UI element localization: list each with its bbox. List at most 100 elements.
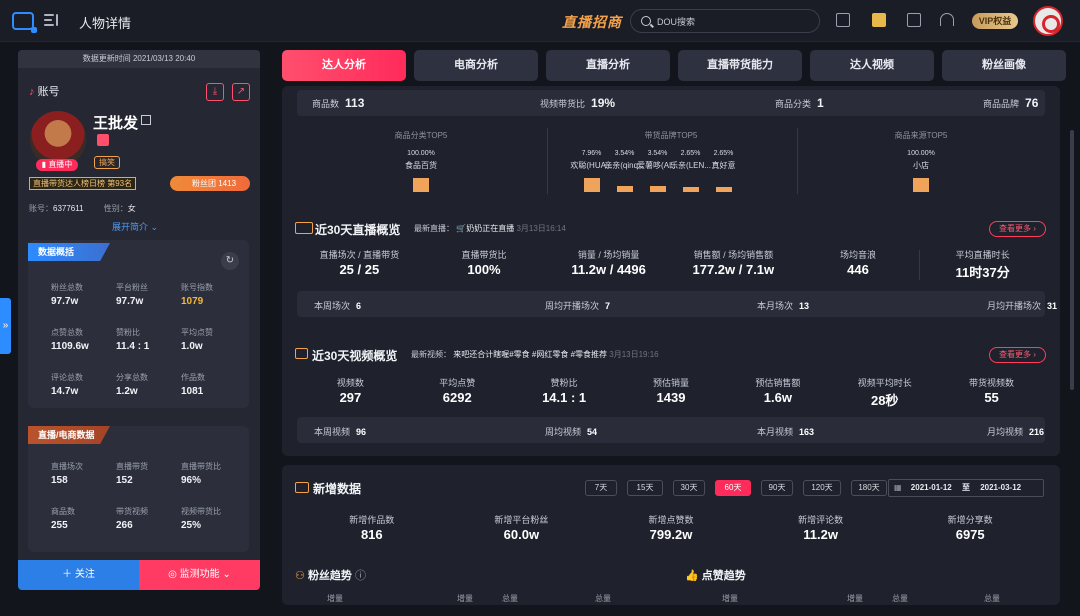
document-icon[interactable] [907, 13, 921, 27]
new-data-icon [295, 482, 309, 493]
overview-card: 数据概括 ↻ 粉丝总数 97.7w 平台粉丝 97.7w 账号指数 1079 点赞总数 110… [28, 240, 249, 408]
overview-label: 粉丝总数 [51, 283, 83, 292]
range-button-5[interactable]: 120天 [803, 480, 841, 496]
live-ecom-title: 直播/电商数据 [28, 426, 110, 444]
sub-stat: 本周视频 96 [314, 425, 366, 438]
stat-label: 销售额 / 场均销售额 [693, 250, 774, 260]
video30-more-button[interactable]: 查看更多 › [989, 347, 1046, 363]
stat-value: 11.2w / 4496 [571, 262, 646, 277]
stat-value: 11时37分 [955, 265, 1010, 280]
sub-stat: 本月场次 13 [757, 299, 809, 312]
monitor-button[interactable]: ◎ 监测功能 ⌄ [139, 560, 260, 590]
search-input[interactable] [657, 14, 807, 30]
tab-0[interactable]: 达人分析 [282, 50, 406, 81]
page-scrollbar[interactable] [1070, 130, 1074, 390]
goods-stat: 视频带货比 19% [540, 96, 615, 110]
live-ecom-value: 266 [116, 520, 133, 531]
stat-value: 1439 [656, 390, 686, 405]
goods-stat-label: 商品品牌 [983, 99, 1020, 109]
search-box[interactable] [630, 9, 820, 33]
download-icon[interactable]: ⤓ [206, 83, 224, 101]
stat-label: 新增平台粉丝 [494, 515, 549, 525]
tab-5[interactable]: 粉丝画像 [942, 50, 1066, 81]
live30-title: 近30天直播概览 [315, 223, 401, 237]
overview-value: 1.2w [116, 386, 138, 397]
tab-1[interactable]: 电商分析 [414, 50, 538, 81]
sidebar-expand-icon[interactable]: » [0, 298, 11, 354]
stat-value: 799.2w [649, 527, 693, 542]
stat-label: 新增点赞数 [648, 515, 694, 525]
user-avatar[interactable] [1033, 6, 1063, 36]
date-range-picker[interactable]: ▦ 2021-01-12 至 2021-03-12 [888, 479, 1044, 497]
top5-pct: 100.00% [407, 150, 435, 157]
sub-stat: 周均开播场次 7 [545, 299, 610, 312]
range-button-4[interactable]: 90天 [761, 480, 793, 496]
stat-label: 新增分享数 [947, 515, 993, 525]
account-info: 账号：6377611 性别：女 [29, 204, 136, 213]
share-icon[interactable]: ↗ [232, 83, 250, 101]
tab-2[interactable]: 直播分析 [546, 50, 670, 81]
sub-stat-value: 13 [799, 301, 810, 311]
goods-stat: 商品分类 1 [775, 96, 824, 110]
refresh-icon[interactable]: ↻ [221, 252, 239, 270]
stat-label: 场均音浪 [839, 250, 876, 260]
top5-bar [715, 187, 732, 192]
likes-trend-title: 👍 点赞趋势 [685, 570, 746, 582]
stat-label: 直播带货比 [461, 250, 507, 260]
menu-icon[interactable] [44, 13, 58, 27]
stat-value: 100% [467, 262, 501, 277]
live-ecom-label: 直播场次 [51, 462, 83, 471]
app-logo-icon[interactable] [12, 12, 37, 33]
gift-icon [97, 134, 109, 146]
brand-live-merchants[interactable]: 直播招商 [562, 12, 622, 32]
vip-badge[interactable]: VIP权益 [972, 13, 1018, 29]
help-icon[interactable]: ⓘ [355, 570, 366, 582]
tab-4[interactable]: 达人视频 [810, 50, 934, 81]
stat-label: 带货视频数 [969, 378, 1015, 388]
top5-title: 带货品牌TOP5 [644, 131, 698, 140]
live-ecom-label: 直播带货比 [181, 462, 221, 471]
top5-name: 真好意 [711, 161, 736, 170]
checkin-icon[interactable] [872, 13, 886, 27]
range-button-2[interactable]: 30天 [673, 480, 705, 496]
live-ecom-value: 25% [181, 520, 202, 531]
live-overview-icon [295, 222, 313, 234]
stat-value: 11.2w [803, 527, 838, 542]
tab-3[interactable]: 直播带货能力 [678, 50, 802, 81]
stat-value: 25 / 25 [339, 262, 380, 277]
headset-icon[interactable] [940, 13, 954, 26]
live-ecom-label: 直播带货 [116, 462, 148, 471]
sub-stat-value: 96 [356, 427, 367, 437]
live30-more-button[interactable]: 查看更多 › [989, 221, 1046, 237]
sub-stat-label: 月均开播场次 [987, 301, 1042, 311]
live-ecom-label: 视频带货比 [181, 507, 221, 516]
qrcode-icon[interactable] [141, 115, 151, 125]
stat-label: 直播场次 / 直播带货 [319, 250, 400, 260]
stat-value: 297 [339, 390, 362, 405]
range-button-0[interactable]: 7天 [585, 480, 617, 496]
rank-badge[interactable]: 直播带货达人榜日榜 第93名 [29, 177, 137, 190]
expand-bio-link[interactable]: 展开简介 ⌄ [112, 220, 158, 233]
sub-stat-value: 6 [356, 301, 362, 311]
follow-button[interactable]: ＋ 关注 [18, 560, 139, 590]
range-button-1[interactable]: 15天 [627, 480, 663, 496]
fans-trend-title: ⚇ 粉丝趋势 ⓘ [295, 570, 366, 582]
live-ecom-value: 255 [51, 520, 68, 531]
stat-label: 预估销售额 [755, 378, 801, 388]
sub-stat: 本周场次 6 [314, 299, 361, 312]
sub-stat-value: 54 [587, 427, 598, 437]
printer-icon[interactable] [836, 13, 850, 27]
account-section-title: ♪ 账号 [29, 86, 60, 98]
top5-bar [682, 187, 699, 192]
live-status-badge[interactable]: ▮ 直播中 [36, 159, 78, 171]
stat-value: 6975 [955, 527, 985, 542]
sub-stat-label: 本周视频 [314, 427, 351, 437]
stat-label: 新增评论数 [798, 515, 844, 525]
overview-title: 数据概括 [28, 243, 110, 261]
top5-chart: 带货品牌TOP5 7.96% 欢聪(HUA... 3.54% 亲亲(qinq... 3.5… [547, 126, 795, 198]
overview-label: 平均点赞 [181, 328, 213, 337]
range-button-3[interactable]: 60天 [715, 480, 751, 496]
stat-value: 177.2w / 7.1w [692, 262, 775, 277]
fan-group-badge[interactable]: 粉丝团 1413 [170, 176, 250, 191]
range-button-6[interactable]: 180天 [851, 480, 887, 496]
